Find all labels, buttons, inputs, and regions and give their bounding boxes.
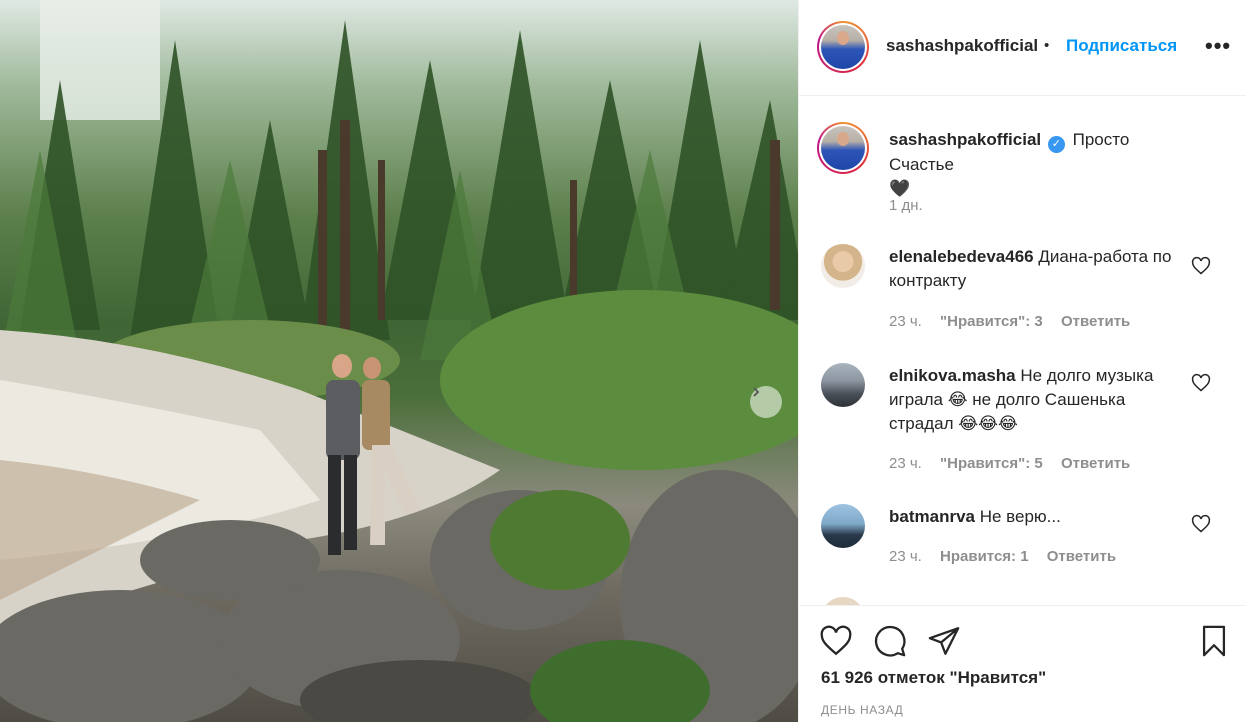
caption-time[interactable]: 1 дн. (889, 197, 923, 214)
comment-meta: 23 ч. Нравится: 1 Ответить (889, 548, 1130, 565)
comment: elenalebedeva466 Диана-работа по контрак… (889, 245, 1189, 293)
post-date[interactable]: ДЕНЬ НАЗАД (821, 703, 903, 717)
heart-icon[interactable] (819, 624, 853, 658)
comment-username[interactable]: batmanrva (889, 507, 975, 526)
comment-avatar[interactable] (821, 244, 865, 288)
comment: elnikova.masha Не долго музыка играла 😂 … (889, 364, 1189, 436)
caption-username[interactable]: sashashpakofficial (889, 130, 1041, 149)
forest-waterfall-image (0, 0, 798, 722)
comment-likes[interactable]: "Нравится": 3 (940, 313, 1043, 330)
comments-list[interactable]: sashashpakofficial ✓ Просто Счастье 🖤 1 … (799, 97, 1246, 605)
author-username[interactable]: sashashpakofficial (886, 36, 1038, 56)
comment-meta: 23 ч. "Нравится": 5 Ответить (889, 455, 1144, 472)
post-side-panel: sashashpakofficial • Подписаться ••• sas… (798, 0, 1246, 722)
header-separator: • (1044, 37, 1050, 54)
comment-meta: 23 ч. "Нравится": 3 Ответить (889, 313, 1144, 330)
post-header: sashashpakofficial • Подписаться ••• (799, 0, 1246, 96)
follow-button[interactable]: Подписаться (1066, 36, 1177, 56)
comment-icon[interactable] (873, 624, 907, 658)
chevron-right-icon (753, 387, 760, 397)
bookmark-icon[interactable] (1197, 624, 1231, 658)
comment-avatar[interactable] (821, 597, 865, 605)
comment: batmanrva Не верю... (889, 505, 1189, 529)
comment-like-heart-icon[interactable] (1191, 514, 1211, 534)
caption-author-avatar[interactable] (817, 122, 869, 174)
reply-button[interactable]: Ответить (1047, 548, 1116, 565)
comment-likes[interactable]: Нравится: 1 (940, 548, 1029, 565)
comment-avatar[interactable] (821, 363, 865, 407)
post-photo[interactable] (0, 0, 798, 722)
comment-avatar[interactable] (821, 504, 865, 548)
comment-text: Не верю... (979, 507, 1061, 526)
comment-like-heart-icon[interactable] (1191, 373, 1211, 393)
comment-likes[interactable]: "Нравится": 5 (940, 455, 1043, 472)
reply-button[interactable]: Ответить (1061, 455, 1130, 472)
comment-time[interactable]: 23 ч. (889, 313, 922, 330)
comment-time[interactable]: 23 ч. (889, 548, 922, 565)
likes-count[interactable]: 61 926 отметок "Нравится" (821, 668, 1046, 688)
caption: sashashpakofficial ✓ Просто Счастье 🖤 (889, 128, 1189, 201)
caption-emoji: 🖤 (889, 179, 911, 198)
comment-username[interactable]: elnikova.masha (889, 366, 1016, 385)
paper-plane-icon[interactable] (927, 624, 961, 658)
comment-username[interactable]: elenalebedeva466 (889, 247, 1034, 266)
author-avatar[interactable] (817, 21, 869, 73)
comment-like-heart-icon[interactable] (1191, 256, 1211, 276)
more-options-icon[interactable]: ••• (1205, 35, 1231, 57)
reply-button[interactable]: Ответить (1061, 313, 1130, 330)
comment-time[interactable]: 23 ч. (889, 455, 922, 472)
carousel-next-button[interactable] (750, 386, 782, 418)
verified-badge-icon: ✓ (1047, 136, 1065, 153)
